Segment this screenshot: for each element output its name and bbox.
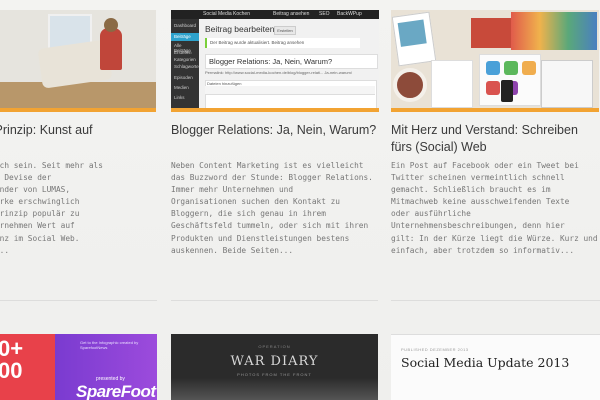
sparefoot-logo: SpareFoot [76, 382, 156, 400]
wp-admin-bar: Social Media Kochen Beitrag ansehen SEO … [171, 10, 379, 19]
update-notice: Der Beitrag wurde aktualisiert. Beitrag … [205, 38, 360, 48]
add-media-button: Dateien hinzufügen [207, 81, 242, 86]
post-excerpt: erschwinglich sein. Seit mehr als utet s… [0, 161, 103, 255]
permalink-text: Permalink: http://www.social-media-koche… [205, 70, 352, 75]
accent-bar [391, 108, 599, 112]
thumb-headline: Social Media Update 2013 [401, 355, 570, 370]
thumb-subline: PHOTOS FROM THE FRONT [237, 372, 312, 377]
admin-bar-item: BackWPup [337, 11, 362, 17]
accent-bar [171, 108, 379, 112]
post-thumbnail[interactable]: Social Media Kochen Beitrag ansehen SEO … [171, 10, 379, 108]
thumb-figure [100, 28, 122, 70]
post-card[interactable]: Mit Herz und Verstand: Schreiben fürs (S… [391, 10, 599, 257]
admin-bar-item: Social Media Kochen [203, 11, 250, 17]
add-new-button: Erstellen [274, 26, 296, 35]
editor-heading: Beitrag bearbeiten [205, 24, 275, 34]
post-thumbnail[interactable]: PUBLISHED DEZEMBER 2013 Social Media Upd… [391, 334, 600, 400]
menu-label: Dashboard [174, 23, 197, 28]
post-card[interactable]: Social Media Kochen Beitrag ansehen SEO … [171, 10, 379, 257]
thumb-paper [431, 60, 473, 108]
infographic-number: 00 [0, 358, 23, 383]
thumb-kicker: PUBLISHED DEZEMBER 2013 [401, 347, 469, 352]
thumb-tablet [541, 60, 593, 108]
card-divider [171, 300, 378, 301]
post-thumbnail[interactable] [0, 10, 156, 108]
thumb-coffee-cup [393, 68, 427, 102]
menu-label: Beiträge [174, 34, 191, 39]
infographic-number: 0+ [0, 336, 24, 361]
post-title[interactable]: Blogger Relations: Ja, Nein, Warum? [171, 122, 379, 156]
post-title-field: Blogger Relations: Ja, Nein, Warum? [205, 54, 378, 69]
thumb-frame [391, 11, 437, 67]
post-thumbnail[interactable]: OPERATION WAR DIARY PHOTOS FROM THE FRON… [171, 334, 378, 400]
menu-label: Episoden [174, 75, 193, 80]
thumb-photo [171, 378, 378, 400]
post-excerpt: Neben Content Marketing ist es vielleich… [171, 161, 373, 255]
post-title[interactable]: Mit Herz und Verstand: Schreiben fürs (S… [391, 122, 599, 156]
thumb-floor [0, 82, 156, 108]
admin-bar-item: Beitrag ansehen [273, 11, 310, 17]
post-excerpt: Ein Post auf Facebook oder ein Tweet bei… [391, 161, 598, 255]
post-card[interactable]: LUMAS Prinzip: Kunst auf k erschwinglich… [0, 10, 156, 257]
menu-label: Medien [174, 85, 189, 90]
post-thumbnail[interactable] [391, 10, 599, 108]
menu-label: Erstellen [174, 50, 192, 55]
post-title[interactable]: LUMAS Prinzip: Kunst auf k [0, 122, 156, 156]
accent-bar [0, 108, 156, 112]
thumb-book [471, 18, 511, 48]
admin-bar-item: SEO [319, 11, 330, 17]
card-divider [391, 300, 600, 301]
menu-label: Links [174, 95, 185, 100]
thumb-figure-head [104, 18, 118, 32]
editor-toolbar [205, 86, 375, 95]
wp-admin-menu: Dashboard Beiträge Alle Beiträge Erstell… [171, 19, 199, 108]
infographic-caption: Get to the Infographic created by Sparef… [80, 340, 139, 350]
menu-label: Schlagworte [174, 64, 199, 69]
thumb-phone [501, 80, 513, 102]
blog-grid: LUMAS Prinzip: Kunst auf k erschwinglich… [0, 0, 600, 400]
thumb-magazine [511, 12, 597, 50]
menu-label: Kategorien [174, 57, 196, 62]
thumb-kicker: OPERATION [258, 344, 291, 349]
post-thumbnail[interactable]: 0+ 00 Get to the Infographic created by … [0, 334, 157, 400]
card-divider [0, 300, 157, 301]
thumb-headline: WAR DIARY [230, 354, 319, 369]
